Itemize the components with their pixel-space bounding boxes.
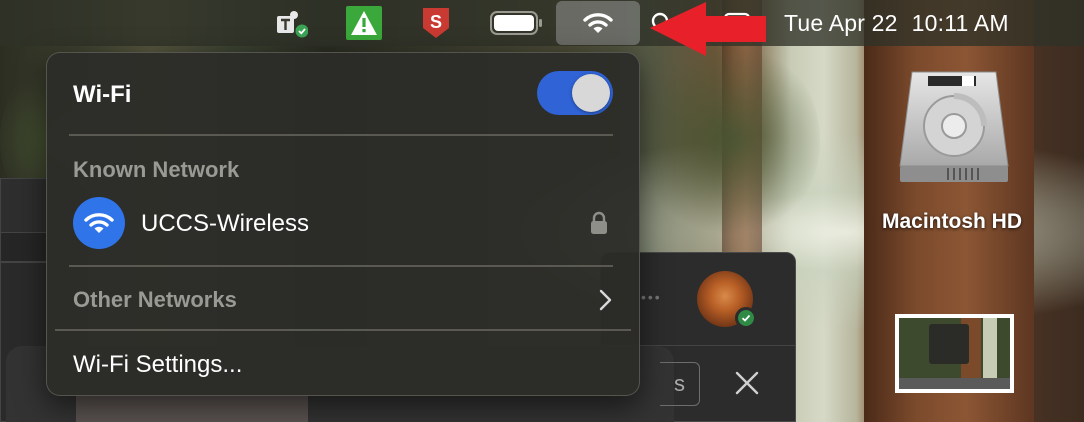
svg-text:S: S [430, 12, 442, 32]
toggle-knob [572, 74, 610, 112]
s-shield-icon[interactable]: S [418, 0, 454, 46]
hard-drive-icon[interactable] [898, 68, 1010, 184]
teams-icon[interactable] [270, 0, 312, 46]
network-name: UCCS-Wireless [141, 210, 309, 237]
chevron-right-icon[interactable] [595, 287, 615, 313]
clock-date: Tue Apr 22 [784, 10, 898, 36]
menu-bar: S Tue Apr 22 10:11 AM [0, 0, 1084, 46]
background-panel [76, 396, 308, 422]
lock-icon [591, 211, 607, 234]
known-network-item[interactable]: UCCS-Wireless [71, 197, 619, 249]
divider [69, 134, 613, 136]
status-available-icon [735, 307, 757, 329]
background-button[interactable]: s [660, 362, 700, 406]
battery-icon[interactable] [488, 0, 546, 46]
wifi-settings-menu-item[interactable]: Wi-Fi Settings... [73, 351, 242, 379]
wifi-menu-panel: Wi-Fi Known Network UCCS-Wireless Other … [46, 52, 640, 396]
wifi-toggle-switch[interactable] [537, 71, 613, 115]
screenshot-thumbnail[interactable] [895, 314, 1014, 393]
macintosh-hd-label: Macintosh HD [881, 210, 1022, 233]
known-network-header: Known Network [73, 157, 240, 182]
background-window [0, 178, 48, 238]
more-dots-icon[interactable]: ••• [641, 289, 662, 305]
close-icon[interactable] [732, 368, 762, 398]
avatar[interactable] [697, 271, 757, 329]
foliage [640, 40, 820, 240]
wifi-menu-title: Wi-Fi [73, 81, 132, 108]
alert-triangle-icon[interactable] [344, 0, 384, 46]
clock-time: 10:11 AM [911, 10, 1009, 36]
menu-bar-clock[interactable]: Tue Apr 22 10:11 AM [784, 0, 1009, 46]
divider [55, 329, 631, 331]
background-window [0, 232, 48, 262]
wifi-icon[interactable] [556, 1, 640, 45]
other-networks-header[interactable]: Other Networks [73, 287, 237, 313]
wifi-signal-icon [73, 197, 125, 249]
divider [69, 265, 613, 267]
red-arrow-annotation [650, 2, 766, 56]
